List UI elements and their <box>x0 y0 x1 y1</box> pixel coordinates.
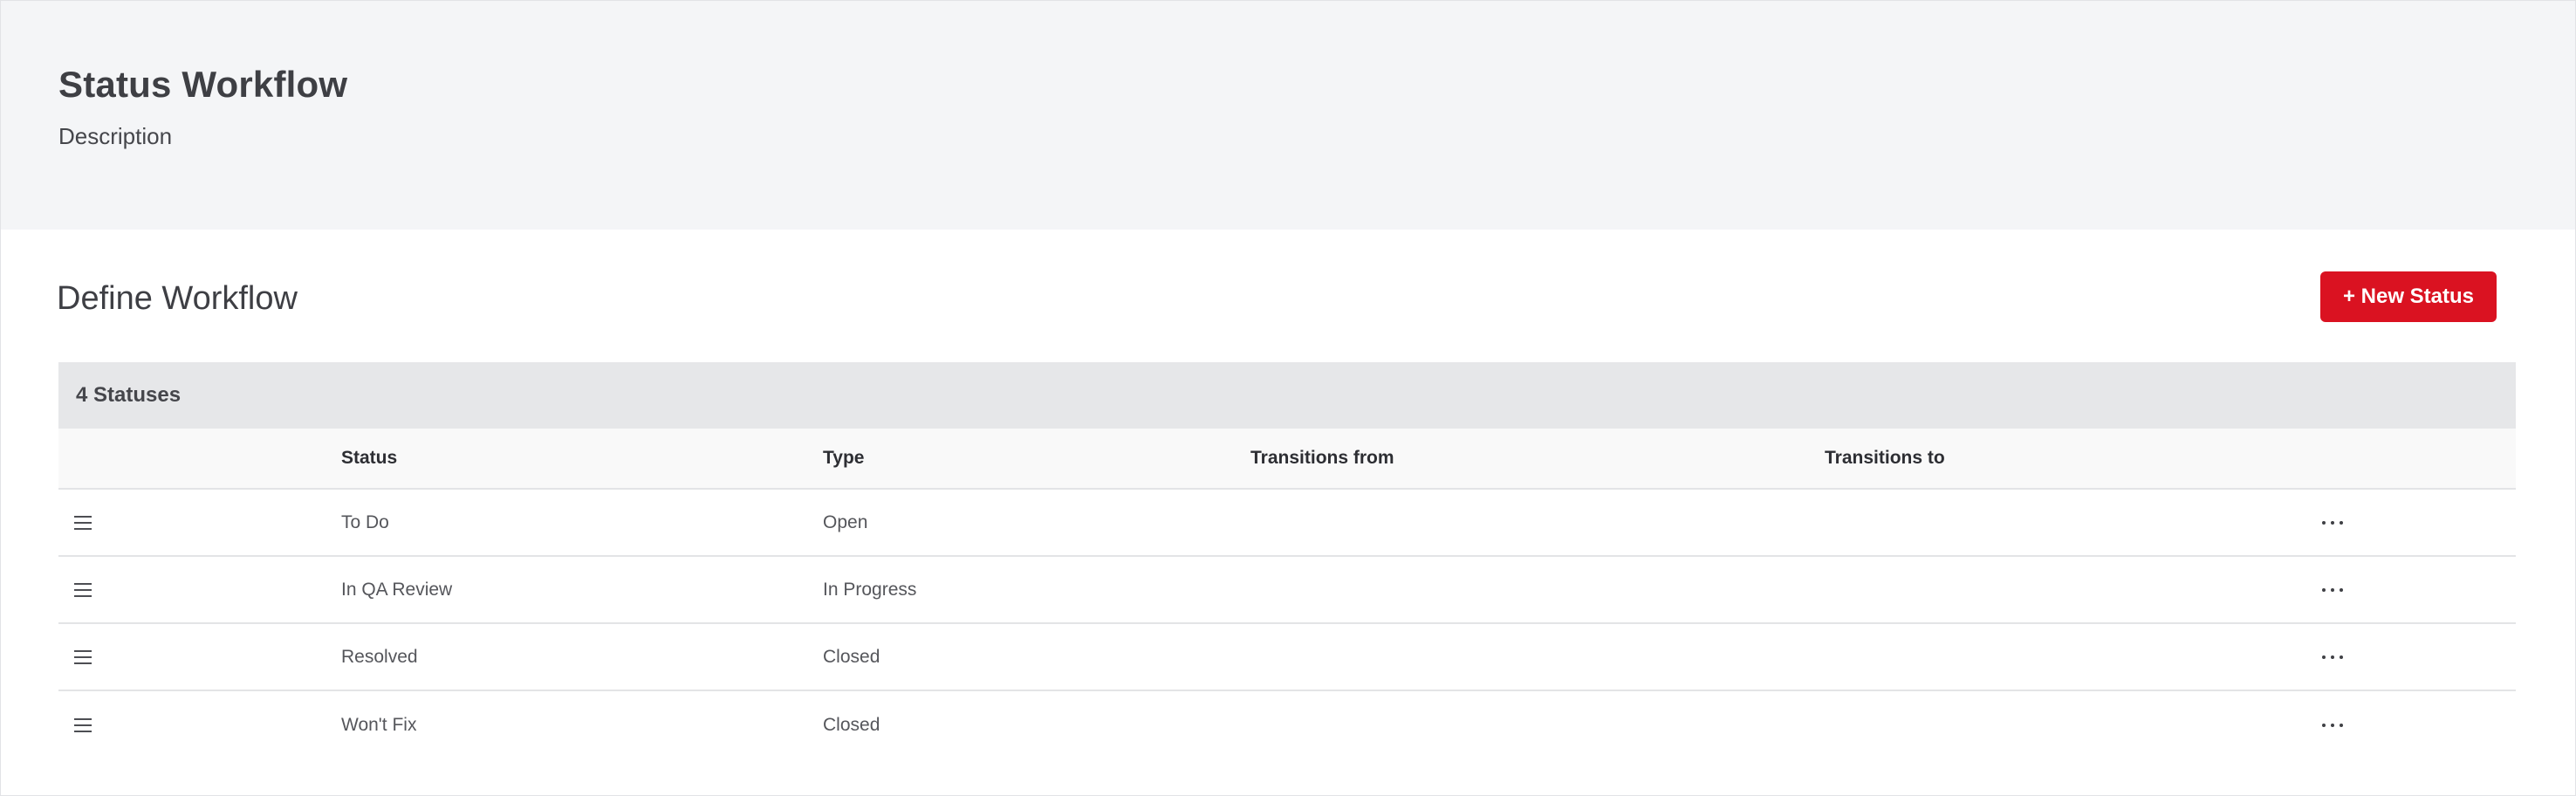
column-header-type: Type <box>823 448 865 468</box>
more-horizontal-icon[interactable] <box>2320 583 2345 597</box>
statuses-table: 4 Statuses Status Type Transitions from … <box>58 362 2516 758</box>
drag-handle-icon[interactable] <box>74 515 92 530</box>
status-cell: Won't Fix <box>341 714 417 735</box>
table-row: To Do Open <box>58 490 2516 557</box>
column-header-status: Status <box>341 448 398 468</box>
status-cell: In QA Review <box>341 579 453 600</box>
drag-handle-icon[interactable] <box>74 717 92 732</box>
page-header: Status Workflow Description <box>1 1 2575 230</box>
table-header-row: Status Type Transitions from Transitions… <box>58 429 2516 490</box>
table-row: Resolved Closed <box>58 624 2516 691</box>
more-horizontal-icon[interactable] <box>2320 718 2345 732</box>
status-cell: Resolved <box>341 646 418 667</box>
section-title: Define Workflow <box>57 280 298 317</box>
drag-handle-icon[interactable] <box>74 649 92 664</box>
app-frame: Status Workflow Description Define Workf… <box>0 0 2576 796</box>
column-header-transitions-to: Transitions to <box>1825 448 1945 468</box>
type-cell: Closed <box>823 646 880 667</box>
drag-handle-icon[interactable] <box>74 582 92 597</box>
more-horizontal-icon[interactable] <box>2320 516 2345 530</box>
type-cell: Closed <box>823 714 880 735</box>
table-row: Won't Fix Closed <box>58 691 2516 758</box>
table-row: In QA Review In Progress <box>58 557 2516 624</box>
type-cell: Open <box>823 511 868 532</box>
page-description: Description <box>58 123 173 149</box>
column-header-transitions-from: Transitions from <box>1250 448 1394 468</box>
new-status-button[interactable]: + New Status <box>2320 271 2497 322</box>
table-caption: 4 Statuses <box>58 362 2516 429</box>
status-cell: To Do <box>341 511 389 532</box>
more-horizontal-icon[interactable] <box>2320 650 2345 664</box>
page-title: Status Workflow <box>58 64 348 105</box>
type-cell: In Progress <box>823 579 917 600</box>
